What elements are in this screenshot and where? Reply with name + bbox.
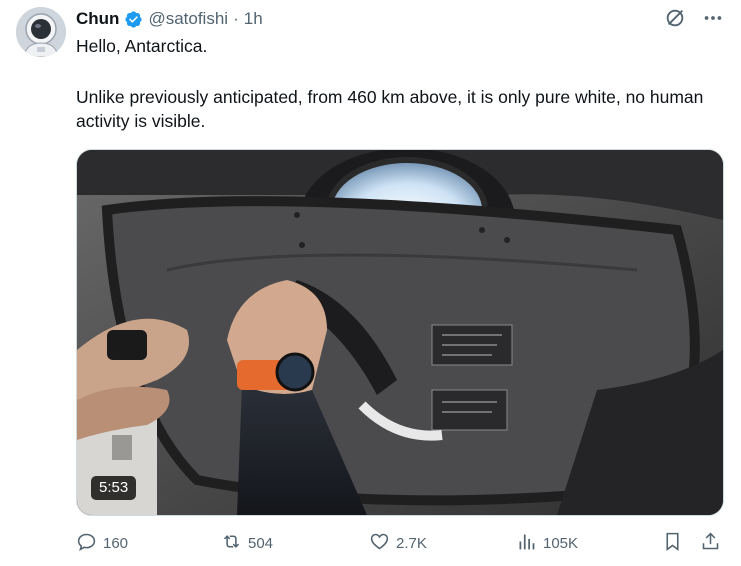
like-icon bbox=[369, 531, 390, 556]
author-handle[interactable]: @satofishi bbox=[148, 9, 228, 29]
like-button[interactable]: 2.7K bbox=[369, 530, 427, 556]
reply-button[interactable]: 160 bbox=[76, 530, 128, 556]
views-icon bbox=[516, 531, 537, 556]
video-player[interactable]: 5:53 bbox=[76, 149, 724, 516]
grok-icon[interactable] bbox=[663, 6, 687, 30]
bookmark-button[interactable] bbox=[662, 530, 683, 556]
share-button[interactable] bbox=[700, 530, 721, 556]
timestamp[interactable]: 1h bbox=[244, 9, 263, 29]
reply-count: 160 bbox=[103, 534, 129, 552]
astronaut-avatar-icon bbox=[16, 7, 66, 57]
tweet-text-line-1: Hello, Antarctica. bbox=[76, 36, 208, 56]
more-icon[interactable] bbox=[701, 6, 725, 30]
repost-count: 504 bbox=[248, 534, 274, 552]
repost-button[interactable]: 504 bbox=[221, 530, 273, 556]
bookmark-icon bbox=[662, 531, 683, 556]
video-thumbnail bbox=[77, 150, 723, 515]
reply-icon bbox=[76, 531, 97, 556]
separator-dot: · bbox=[233, 9, 239, 28]
verified-badge-icon bbox=[124, 10, 143, 29]
video-duration: 5:53 bbox=[91, 476, 137, 500]
like-count: 2.7K bbox=[396, 534, 427, 552]
share-icon bbox=[700, 531, 721, 556]
avatar[interactable] bbox=[16, 7, 66, 57]
views-button[interactable]: 105K bbox=[516, 530, 578, 556]
tweet-header: Chun @satofishi · 1h bbox=[76, 8, 263, 30]
tweet-actions: 160 504 2.7K 105K bbox=[76, 530, 726, 556]
views-count: 105K bbox=[543, 534, 579, 552]
header-actions bbox=[663, 6, 725, 30]
tweet: Chun @satofishi · 1h Hello, Antarctica. … bbox=[0, 0, 741, 566]
tweet-text-line-2: Unlike previously anticipated, from 460 … bbox=[76, 87, 704, 131]
repost-icon bbox=[221, 531, 242, 556]
author-name[interactable]: Chun bbox=[76, 9, 119, 29]
